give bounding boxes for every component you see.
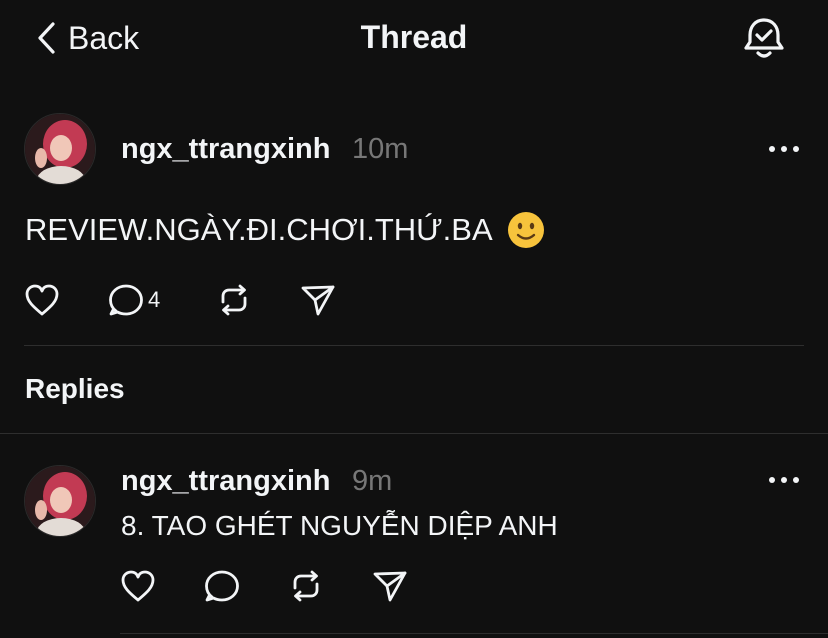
repost-button[interactable] — [216, 283, 252, 317]
reply-avatar[interactable] — [24, 465, 96, 537]
more-horizontal-icon — [769, 477, 799, 483]
reply-repost-button[interactable] — [288, 569, 324, 603]
reply-comment-button[interactable] — [204, 569, 240, 603]
heart-icon — [25, 284, 59, 316]
replies-heading: Replies — [25, 373, 125, 404]
bell-check-icon — [744, 18, 784, 58]
share-button[interactable] — [300, 283, 336, 317]
reply-more-button[interactable] — [766, 472, 802, 488]
reply-divider — [120, 633, 828, 634]
post-username[interactable]: ngx_ttrangxinh — [121, 131, 330, 167]
post-body: REVIEW.NGÀY.ĐI.CHƠI.THỨ.BA — [25, 210, 545, 250]
post-text: REVIEW.NGÀY.ĐI.CHƠI.THỨ.BA — [25, 212, 493, 247]
send-icon — [373, 571, 407, 602]
slightly-smiling-face-emoji — [507, 211, 545, 249]
notify-button[interactable] — [740, 14, 788, 62]
reply-timestamp: 9m — [352, 465, 393, 497]
send-icon — [301, 285, 335, 316]
repost-icon — [293, 570, 319, 602]
more-horizontal-icon — [769, 146, 799, 152]
comment-icon — [205, 570, 239, 602]
top-bar: Back Thread — [0, 0, 828, 78]
reply-share-button[interactable] — [372, 569, 408, 603]
page-title: Thread — [360, 19, 468, 55]
post-divider — [24, 345, 804, 346]
replies-divider — [0, 433, 828, 434]
reply-count: 4 — [148, 287, 161, 312]
heart-icon — [121, 570, 155, 602]
reply-like-button[interactable] — [120, 569, 156, 603]
avatar[interactable] — [24, 113, 96, 185]
repost-icon — [221, 284, 247, 316]
comment-icon — [109, 284, 143, 316]
reply-button[interactable]: 4 — [108, 283, 160, 317]
reply-text: 8. TAO GHÉT NGUYỄN DIỆP ANH — [121, 510, 558, 541]
like-button[interactable] — [24, 283, 60, 317]
reply-username[interactable]: ngx_ttrangxinh — [121, 463, 330, 499]
post-more-button[interactable] — [766, 141, 802, 157]
post-timestamp: 10m — [352, 133, 409, 165]
